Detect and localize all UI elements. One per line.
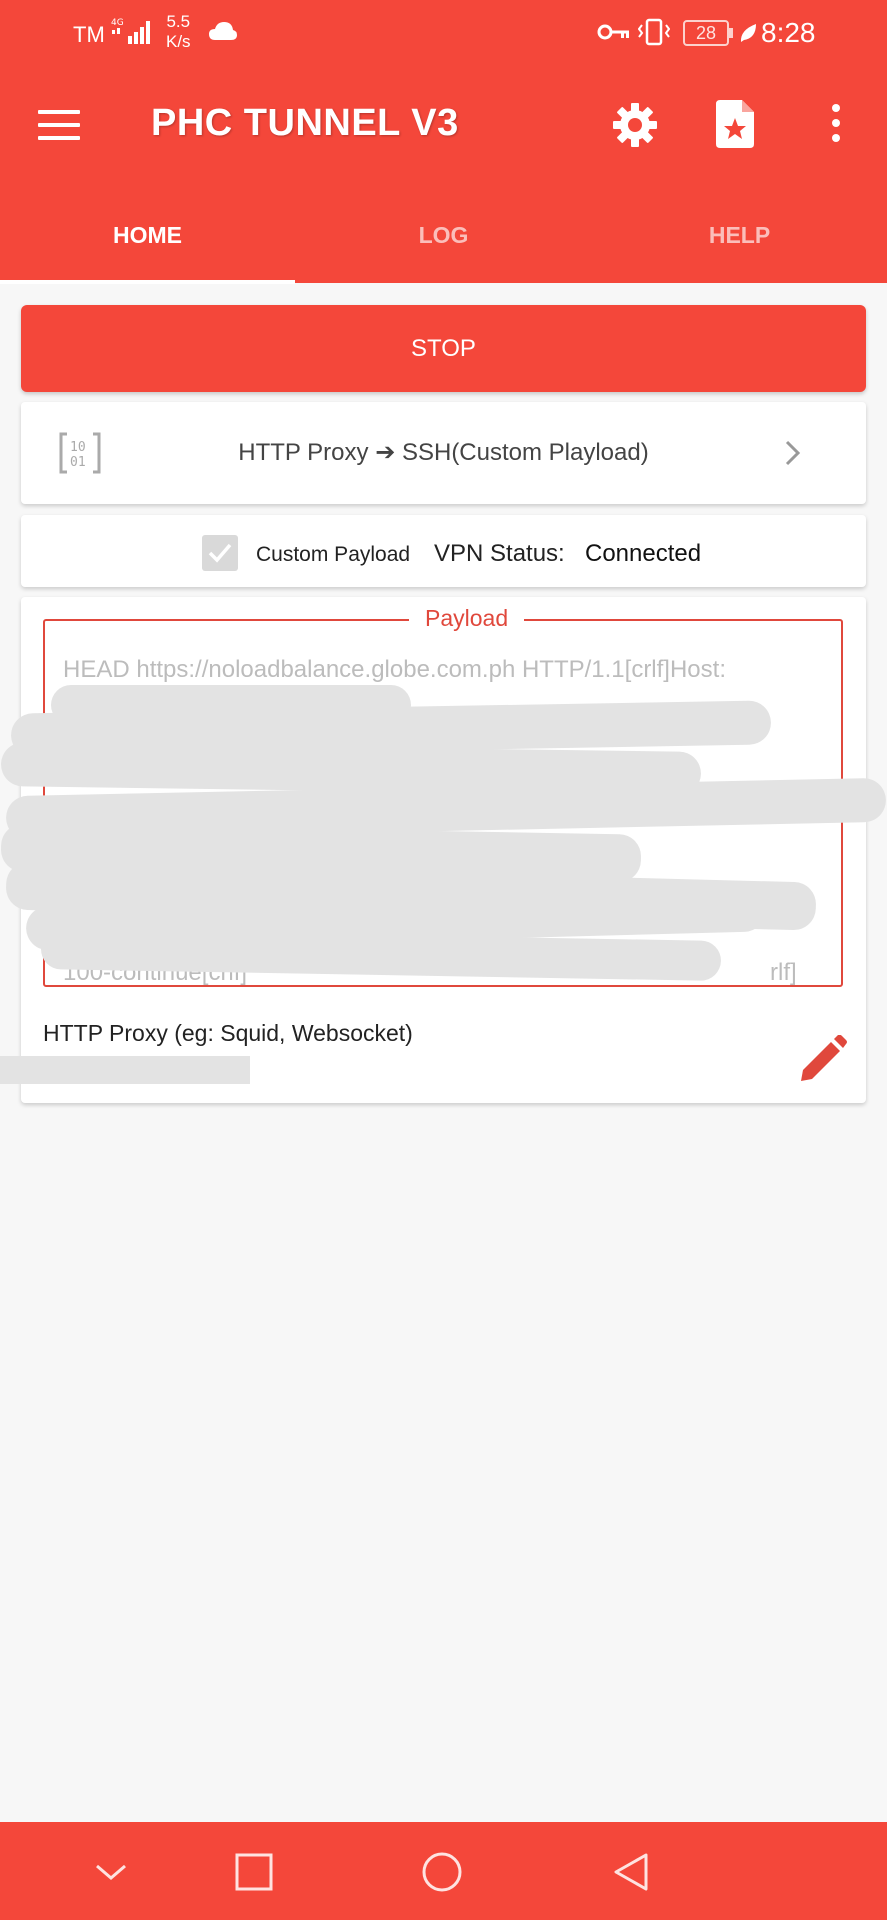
tab-home[interactable]: HOME [0, 200, 295, 283]
battery-indicator: 28 [683, 20, 729, 46]
http-proxy-value-redacted [0, 1056, 250, 1084]
tab-help[interactable]: HELP [592, 200, 887, 283]
key-icon [597, 24, 629, 40]
tab-indicator [0, 280, 295, 284]
svg-text:4G: 4G [111, 18, 124, 28]
tab-bar: HOME LOG HELP [0, 200, 887, 283]
app-bar: TM 4G 5.5 K/s 28 8:28 PHC TUNNEL V3 HOME… [0, 0, 887, 284]
payload-last-line-end: rlf] [770, 959, 797, 986]
vpn-status-label: VPN Status: [434, 540, 565, 567]
connection-mode-label: HTTP Proxy ➔ SSH(Custom Playload) [238, 439, 649, 466]
speed-unit: K/s [166, 32, 191, 51]
signal-icon: 4G [111, 18, 150, 44]
payload-card: Payload HEAD https://noloadbalance.globe… [0, 597, 887, 1103]
status-bar: TM 4G 5.5 K/s 28 8:28 [0, 0, 887, 68]
custom-payload-checkbox[interactable] [202, 535, 238, 571]
cloud-icon [209, 22, 237, 40]
payload-legend: Payload [409, 605, 525, 632]
custom-payload-label: Custom Payload [256, 543, 411, 566]
edit-pencil-icon[interactable] [797, 1035, 847, 1085]
tab-log[interactable]: LOG [296, 200, 591, 283]
network-speed: 5.5 K/s [166, 12, 191, 52]
stop-button[interactable]: STOP [21, 305, 866, 392]
back-triangle-icon[interactable] [612, 1852, 652, 1892]
speed-value: 5.5 [166, 12, 191, 31]
file-star-icon[interactable] [716, 100, 756, 148]
chevron-right-icon [785, 440, 801, 466]
app-title: PHC TUNNEL V3 [151, 102, 459, 144]
menu-icon[interactable] [38, 110, 80, 140]
battery-tip [729, 28, 733, 38]
status-card: Custom Payload VPN Status: Connected [21, 515, 866, 587]
http-proxy-label: HTTP Proxy (eg: Squid, Websocket) [43, 1020, 413, 1046]
checkmark-icon [208, 543, 232, 563]
gear-icon[interactable] [612, 102, 658, 148]
vibrate-icon [638, 18, 670, 46]
vpn-status-value: Connected [585, 540, 702, 567]
home-circle-icon[interactable] [422, 1852, 462, 1892]
clock: 8:28 [761, 17, 816, 48]
more-vertical-icon[interactable] [830, 104, 842, 144]
connection-mode-selector[interactable]: 10 01 HTTP Proxy ➔ SSH(Custom Playload) [21, 402, 866, 504]
carrier-label: TM [73, 22, 105, 47]
payload-text: HEAD https://noloadbalance.globe.com.ph … [63, 656, 726, 683]
chevron-down-icon[interactable] [91, 1852, 131, 1892]
leaf-icon [740, 24, 756, 42]
recents-square-icon[interactable] [234, 1852, 274, 1892]
system-navigation-bar [0, 1822, 887, 1920]
